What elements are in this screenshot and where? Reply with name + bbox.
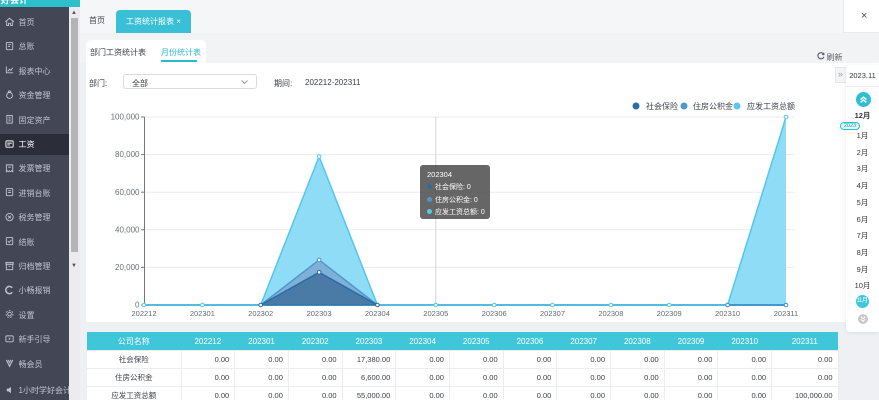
svg-text:应发工资总额: 应发工资总额 (747, 101, 795, 111)
svg-text:202304: 202304 (365, 309, 390, 318)
svg-text:社会保险: 社会保险 (646, 101, 678, 111)
svg-text:80,000: 80,000 (115, 150, 140, 159)
svg-text:202212: 202212 (131, 309, 156, 318)
svg-text:202307: 202307 (540, 309, 565, 318)
svg-text:60,000: 60,000 (115, 188, 140, 197)
svg-text:202305: 202305 (423, 309, 448, 318)
svg-text:202308: 202308 (598, 309, 623, 318)
svg-text:202309: 202309 (657, 309, 682, 318)
svg-text:202303: 202303 (307, 309, 332, 318)
svg-text:202310: 202310 (715, 309, 740, 318)
svg-text:40,000: 40,000 (115, 225, 140, 234)
svg-text:202301: 202301 (190, 309, 215, 318)
svg-text:住房公积金: 住房公积金 (693, 101, 733, 111)
svg-text:202311: 202311 (774, 309, 798, 318)
svg-text:20,000: 20,000 (115, 263, 140, 272)
svg-text:100,000: 100,000 (111, 113, 140, 122)
svg-text:202306: 202306 (482, 309, 507, 318)
svg-text:202302: 202302 (248, 309, 273, 318)
